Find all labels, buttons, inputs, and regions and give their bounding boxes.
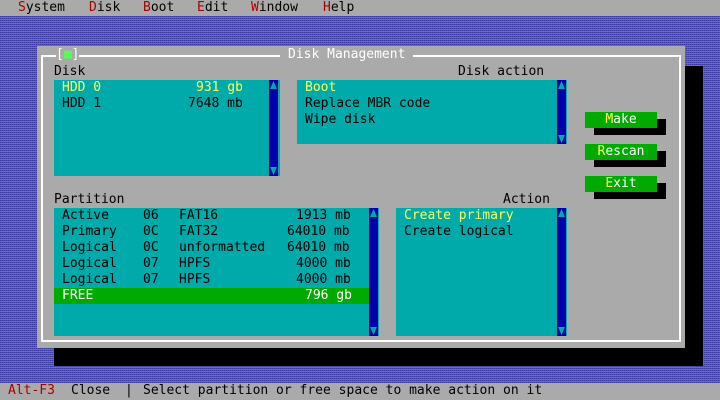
menu-boot[interactable]: Boot [143,0,174,16]
disk-action-scrollbar[interactable] [557,80,566,144]
scroll-up-arrow-icon[interactable] [557,208,566,218]
rescan-button[interactable]: Rescan [585,144,657,160]
partition-scrollbar[interactable] [369,208,378,336]
scroll-down-arrow-icon[interactable] [369,326,378,336]
list-item-create-logical[interactable]: Create logical [396,224,557,240]
scroll-up-arrow-icon[interactable] [369,208,378,218]
partition-listbox[interactable]: Active 06 FAT16 1913 mb Primary 0C FAT32… [54,208,379,336]
dialog-title: Disk Management [280,47,414,63]
status-close-label: Close [71,383,111,398]
scroll-up-arrow-icon[interactable] [557,80,566,90]
table-row[interactable]: Logical 0C unformatted 64010 mb [54,240,369,256]
table-row[interactable]: Logical 07 HPFS 4000 mb [54,272,369,288]
scroll-down-arrow-icon[interactable] [269,166,278,176]
disk-action-listbox[interactable]: Boot Replace MBR code Wipe disk [297,80,567,144]
make-button[interactable]: Make [585,112,657,128]
action-listbox[interactable]: Create primary Create logical [396,208,567,336]
menu-edit[interactable]: Edit [197,0,228,16]
disk-label: Disk [54,64,86,79]
menu-help[interactable]: Help [323,0,354,16]
table-row[interactable]: Primary 0C FAT32 64010 mb [54,224,369,240]
disk-action-label: Disk action [458,64,545,79]
table-row-free-space[interactable]: FREE 796 gb [54,288,369,304]
table-row[interactable]: Active 06 FAT16 1913 mb [54,208,369,224]
status-separator: | [125,383,133,398]
list-item-hdd1[interactable]: HDD 1 7648 mb [54,96,269,112]
menu-window[interactable]: Window [251,0,298,16]
dialog-close-button[interactable]: [■] [56,47,80,63]
menu-bar: System Disk Boot Edit Window Help [0,0,720,16]
action-label: Action [503,192,550,207]
status-hint: Select partition or free space to make a… [143,383,543,398]
list-item-wipe-disk[interactable]: Wipe disk [297,112,557,128]
disk-listbox[interactable]: HDD 0 931 gb HDD 1 7648 mb [54,80,280,176]
partition-label: Partition [54,192,125,207]
status-bar: Alt-F3 Close | Select partition or free … [0,383,720,400]
list-item-boot[interactable]: Boot [297,80,557,96]
menu-system[interactable]: System [18,0,65,16]
list-item-replace-mbr[interactable]: Replace MBR code [297,96,557,112]
list-item-hdd0[interactable]: HDD 0 931 gb [54,80,269,96]
status-close-key[interactable]: Alt-F3 [8,383,55,399]
table-row[interactable]: Logical 07 HPFS 4000 mb [54,256,369,272]
list-item-create-primary[interactable]: Create primary [396,208,557,224]
scroll-down-arrow-icon[interactable] [557,326,566,336]
action-scrollbar[interactable] [557,208,566,336]
scroll-up-arrow-icon[interactable] [269,80,278,90]
disk-scrollbar[interactable] [269,80,278,176]
exit-button[interactable]: Exit [585,176,657,192]
scroll-down-arrow-icon[interactable] [557,134,566,144]
menu-disk[interactable]: Disk [89,0,120,16]
close-box-icon: ■ [63,47,72,62]
